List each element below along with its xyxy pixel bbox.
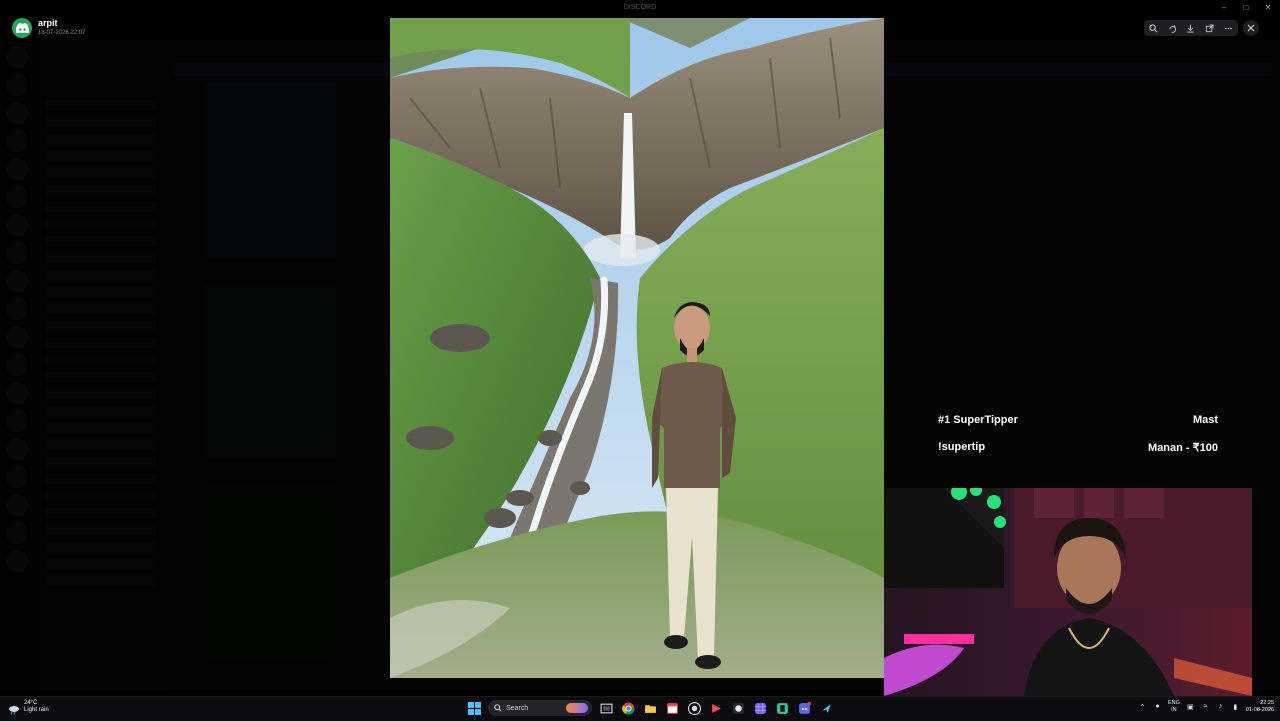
davinci-icon[interactable] xyxy=(730,700,746,716)
search-label: Search xyxy=(506,704,529,712)
grid-app-icon[interactable] xyxy=(752,700,768,716)
language-indicator[interactable]: ENG IN xyxy=(1168,700,1180,713)
top-tipper-label: #1 SuperTipper xyxy=(938,414,1018,426)
chrome-icon[interactable] xyxy=(620,700,636,716)
close-icon xyxy=(1247,24,1255,32)
steam-icon[interactable] xyxy=(818,700,834,716)
zoom-icon[interactable] xyxy=(1148,23,1158,33)
discord-taskbar-icon[interactable] xyxy=(796,700,812,716)
close-button[interactable] xyxy=(1243,20,1259,36)
system-tray: ⌃ ● ENG IN ▣ ≈ ♪ ▮ 22:25 01-08-2026 xyxy=(1138,700,1275,713)
display-icon[interactable]: ▣ xyxy=(1186,702,1195,711)
open-external-icon[interactable] xyxy=(1205,23,1215,33)
discord-icon xyxy=(15,23,29,33)
search-highlight-art xyxy=(566,703,588,713)
window-close-icon[interactable]: ✕ xyxy=(1264,3,1272,12)
uploader-avatar[interactable] xyxy=(12,18,32,38)
github-icon[interactable] xyxy=(686,700,702,716)
supertip-command: !supertip xyxy=(938,441,986,453)
streamer-webcam xyxy=(884,488,1252,696)
volume-icon[interactable]: ♪ xyxy=(1216,702,1225,711)
streamlabs-icon[interactable] xyxy=(774,700,790,716)
minimize-icon[interactable]: – xyxy=(1220,3,1228,12)
rain-cloud-icon xyxy=(8,702,20,715)
calendar-app-icon[interactable] xyxy=(664,700,680,716)
more-icon[interactable] xyxy=(1224,23,1234,33)
wifi-icon[interactable]: ≈ xyxy=(1201,702,1210,711)
lang-line2: IN xyxy=(1171,706,1177,713)
lang-line1: ENG xyxy=(1167,700,1180,706)
task-view-icon[interactable] xyxy=(598,700,614,716)
weather-desc: Light rain xyxy=(24,707,49,713)
taskbar-search[interactable]: Search xyxy=(488,700,592,716)
capcut-icon[interactable] xyxy=(708,700,724,716)
maximize-icon[interactable]: □ xyxy=(1242,3,1250,12)
upload-date: 18-07-2026 22:07 xyxy=(38,30,86,36)
clock-date: 01-08-2026 xyxy=(1245,706,1274,713)
taskbar-apps: Search xyxy=(466,700,834,716)
chevron-up-icon[interactable]: ⌃ xyxy=(1138,702,1147,711)
photo-waterfall-scene xyxy=(390,18,884,678)
battery-icon[interactable]: ▮ xyxy=(1231,702,1240,711)
window-controls: – □ ✕ xyxy=(1220,3,1272,12)
download-icon[interactable] xyxy=(1186,23,1196,33)
top-tipper-name: Mast xyxy=(1192,414,1218,426)
windows-taskbar: 24°C Light rain Search ⌃ ● ENG IN ▣ ≈ ♪ … xyxy=(0,696,1280,721)
app-title: DISCORD xyxy=(623,4,657,11)
windows-start-icon[interactable] xyxy=(466,700,482,716)
weather-widget[interactable]: 24°C Light rain xyxy=(8,700,49,715)
weather-temp: 24°C xyxy=(24,700,38,706)
clock[interactable]: 22:25 01-08-2026 xyxy=(1246,700,1274,713)
microphone-icon[interactable]: ● xyxy=(1153,702,1162,711)
image-preview[interactable] xyxy=(390,18,884,678)
file-explorer-icon[interactable] xyxy=(642,700,658,716)
search-icon xyxy=(494,704,502,712)
latest-tip: Manan - ₹100 xyxy=(1148,442,1218,454)
uploader-name[interactable]: arpit xyxy=(38,18,58,28)
image-viewer-toolbar xyxy=(1144,20,1238,36)
rotate-icon[interactable] xyxy=(1167,23,1177,33)
